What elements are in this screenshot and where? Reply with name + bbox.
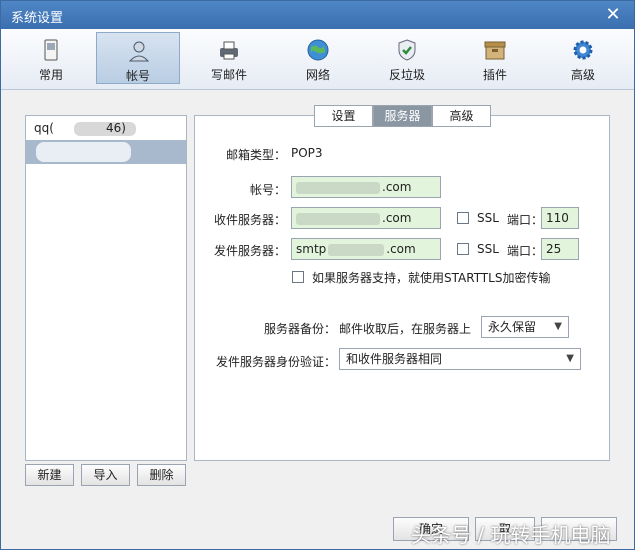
starttls-label: 如果服务器支持，就使用STARTTLS加密传输 [312,271,551,285]
subtab-server[interactable]: 服务器 [373,105,432,127]
chevron-down-icon: ▼ [554,321,562,332]
redacted-mask [296,212,380,225]
globe-icon [307,39,329,61]
box-icon [484,41,506,60]
tab-advanced-label: 高级 [570,68,595,82]
incoming-ssl-label: SSL [477,211,499,225]
title-bar: 系统设置 ✕ [1,1,634,29]
auth-select-value: 和收件服务器相同 [346,352,443,366]
subtab-advanced[interactable]: 高级 [432,105,491,127]
account-field[interactable]: .com [291,176,441,198]
tab-antispam-label: 反垃圾 [388,68,425,82]
redacted-mask [296,181,380,194]
subtab-settings[interactable]: 设置 [314,105,373,127]
outgoing-server-field[interactable]: smtp .com [291,238,441,260]
outgoing-field-suffix: .com [386,242,416,256]
toolbar: 常用 帐号 写邮件 网络 反垃圾 插件 高级 [1,29,634,90]
user-icon [128,41,150,62]
list-item-selected[interactable] [26,140,186,164]
redacted-mask [74,122,136,136]
incoming-server-label: 收件服务器： [213,213,286,227]
mailbox-type-value: POP3 [291,146,323,160]
delete-button[interactable]: 删除 [137,464,186,486]
tab-plugins-label: 插件 [482,68,507,82]
redacted-mask [36,142,131,162]
auth-select[interactable]: 和收件服务器相同 ▼ [339,348,581,370]
incoming-field-suffix: .com [382,211,412,225]
backup-label: 服务器备份： [263,322,336,336]
gear-icon [573,40,593,60]
close-icon[interactable]: ✕ [602,4,624,26]
outgoing-port-field[interactable]: 25 [541,238,579,260]
outgoing-field-prefix: smtp [296,242,327,256]
incoming-port-label: 端口： [507,213,544,227]
tab-compose-label: 写邮件 [210,68,247,82]
incoming-ssl-checkbox[interactable] [457,212,469,224]
import-button[interactable]: 导入 [81,464,130,486]
outgoing-ssl-label: SSL [477,242,499,256]
watermark-text: 头条号 / 玩转手机电脑 [411,523,611,547]
server-panel [194,115,610,461]
tab-advanced[interactable]: 高级 [541,32,625,84]
tab-common[interactable]: 常用 [9,32,93,84]
tab-common-label: 常用 [38,68,63,82]
phone-icon [44,39,58,61]
tab-antispam[interactable]: 反垃圾 [365,32,449,84]
starttls-checkbox[interactable] [292,271,304,283]
settings-window: 系统设置 ✕ 常用 帐号 写邮件 网络 反垃圾 插件 高级 qq(46) 新建… [0,0,635,550]
window-title: 系统设置 [11,11,64,26]
chevron-down-icon: ▼ [566,353,574,364]
tab-account-label: 帐号 [125,69,150,83]
incoming-port-field[interactable]: 110 [541,207,579,229]
account-field-suffix: .com [382,180,412,194]
account-suffix: 46) [106,121,126,135]
new-account-button[interactable]: 新建 [25,464,74,486]
redacted-mask [328,243,385,256]
tab-compose[interactable]: 写邮件 [187,32,271,84]
mailbox-type-label: 邮箱类型： [225,148,286,162]
tab-plugins[interactable]: 插件 [453,32,537,84]
auth-label: 发件服务器身份验证： [215,355,336,369]
list-item[interactable]: qq( 46) [26,116,186,140]
outgoing-server-label: 发件服务器： [213,244,286,258]
incoming-server-field[interactable]: .com [291,207,441,229]
backup-desc: 邮件收取后，在服务器上 [339,322,472,336]
backup-select-value: 永久保留 [488,320,537,334]
outgoing-ssl-checkbox[interactable] [457,243,469,255]
shield-icon [398,39,416,61]
printer-icon [220,41,238,60]
tab-network[interactable]: 网络 [276,32,360,84]
tab-network-label: 网络 [305,68,330,82]
backup-select[interactable]: 永久保留 ▼ [481,316,569,338]
account-list: qq( 46) [25,115,187,461]
account-label: 帐号： [249,183,286,197]
tab-account[interactable]: 帐号 [96,32,180,84]
account-prefix: qq( [34,121,54,135]
outgoing-port-label: 端口： [507,244,544,258]
